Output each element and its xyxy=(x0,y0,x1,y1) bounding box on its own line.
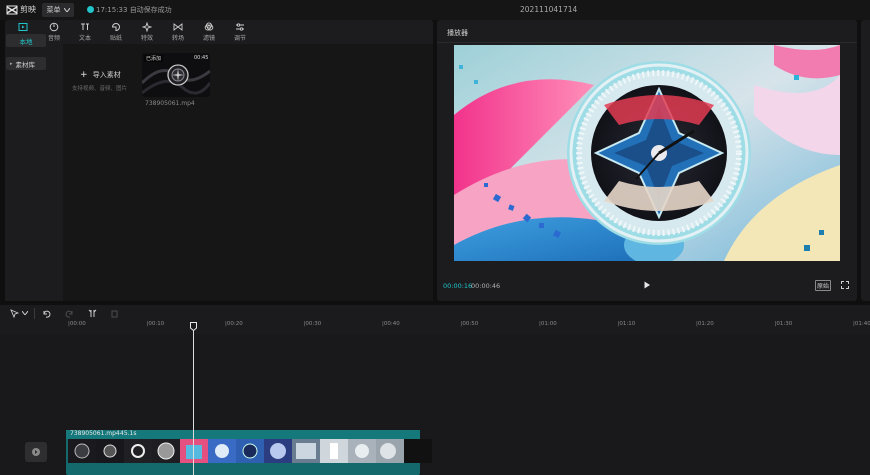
video-preview[interactable] xyxy=(454,45,840,261)
clip-duration: 00:45 xyxy=(194,55,209,61)
ruler-tick-label: |00:50 xyxy=(460,321,479,327)
chevron-down-icon[interactable] xyxy=(22,311,28,315)
filmstrip-frame xyxy=(180,439,208,463)
current-time: 00:00:16 xyxy=(443,282,473,290)
filmstrip-frame xyxy=(68,439,96,463)
filmstrip-frame xyxy=(292,439,320,463)
timeline-clip-duration: 45.1s xyxy=(120,430,137,437)
transition-icon xyxy=(173,23,183,31)
import-button[interactable]: + 导入素材 xyxy=(80,70,121,80)
aspect-ratio-button[interactable]: 原始 xyxy=(815,280,832,291)
tool-label: 滤镜 xyxy=(202,35,215,42)
timeline-toolbar xyxy=(0,305,870,321)
timeline-ruler[interactable]: |00:00 |00:10 |00:20 |00:30 |00:40 |00:50 |01:… xyxy=(66,321,870,333)
cover-icon xyxy=(32,448,40,456)
asset-toolbar: 媒体 音频 文本 贴纸 特效 转场 滤镜 调节 xyxy=(5,20,433,44)
menu-button-label: 菜单 xyxy=(46,6,61,14)
filmstrip-frame xyxy=(264,439,292,463)
video-frame-image xyxy=(454,45,840,261)
filmstrip-frame xyxy=(208,439,236,463)
save-message: 自动保存成功 xyxy=(129,6,172,14)
filmstrip-frame xyxy=(152,439,180,463)
ruler-tick-label: |01:30 xyxy=(774,321,793,327)
media-sidebar xyxy=(5,44,59,301)
filmstrip-frame xyxy=(236,439,264,463)
menu-button[interactable]: 菜单 xyxy=(42,3,74,17)
ruler-tick-label: |00:10 xyxy=(146,321,165,327)
media-panel: 媒体 音频 文本 贴纸 特效 转场 滤镜 调节 xyxy=(5,20,433,301)
track-header[interactable] xyxy=(25,442,47,462)
delete-icon[interactable] xyxy=(110,309,119,318)
ruler-tick-label: |01:40 xyxy=(853,321,870,327)
playhead-handle[interactable] xyxy=(190,322,197,331)
ruler-tick-label: |00:30 xyxy=(303,321,322,327)
filmstrip-frame xyxy=(124,439,152,463)
sticker-icon xyxy=(111,23,120,32)
clip-added-badge: 已添加 xyxy=(144,55,164,62)
tool-label: 调节 xyxy=(233,35,246,42)
playhead-line[interactable] xyxy=(193,323,194,475)
filmstrip-frame xyxy=(376,439,404,463)
sidebar-item-local[interactable]: 本地 xyxy=(6,34,46,47)
timeline-clip-name: 738905061.mp4 xyxy=(70,430,120,437)
filmstrip-frame xyxy=(320,439,348,463)
tool-transition[interactable]: 转场 xyxy=(164,22,192,44)
redo-icon[interactable] xyxy=(65,309,74,318)
player-divider xyxy=(437,42,857,43)
ruler-tick-label: |01:10 xyxy=(617,321,636,327)
undo-icon[interactable] xyxy=(42,309,51,318)
chevron-down-icon xyxy=(63,8,70,12)
properties-panel-edge xyxy=(861,20,870,301)
tool-sticker[interactable]: 贴纸 xyxy=(102,22,130,44)
audio-icon xyxy=(49,22,59,32)
split-icon[interactable] xyxy=(88,309,97,318)
play-icon[interactable] xyxy=(643,281,651,289)
effects-icon xyxy=(142,22,152,32)
total-time: 00:00:46 xyxy=(471,282,501,290)
tool-label: 贴纸 xyxy=(109,35,122,42)
clip-filmstrip xyxy=(68,439,432,463)
select-cursor-icon[interactable] xyxy=(10,309,19,318)
chevron-right-icon: ▸ xyxy=(10,60,13,67)
project-title: 202111041714 xyxy=(520,5,578,14)
fullscreen-icon[interactable] xyxy=(841,281,849,289)
filmstrip-frame xyxy=(96,439,124,463)
app-name: 剪映 xyxy=(20,5,36,14)
clip-name: 738905061.mp4 xyxy=(145,100,195,107)
player-title: 播放器 xyxy=(447,29,468,37)
plus-icon: + xyxy=(80,70,88,80)
tool-adjust[interactable]: 调节 xyxy=(226,22,254,44)
import-hint: 支持视频、音频、图片 xyxy=(72,86,128,92)
save-status-icon xyxy=(87,6,94,13)
import-label: 导入素材 xyxy=(92,71,121,79)
filmstrip-frame xyxy=(348,439,376,463)
sidebar-item-label: 素材库 xyxy=(15,60,36,69)
filter-icon xyxy=(204,22,214,31)
ruler-tick-label: |01:00 xyxy=(539,321,557,327)
capcut-logo-icon xyxy=(6,5,18,15)
tool-label: 转场 xyxy=(171,35,184,42)
media-icon xyxy=(18,23,28,31)
save-status-text: 17:15:33 自动保存成功 xyxy=(96,5,172,15)
tool-label: 特效 xyxy=(140,35,153,42)
ruler-tick-label: |00:40 xyxy=(382,321,400,327)
ruler-tick-label: |00:00 xyxy=(68,321,86,327)
sidebar-item-library[interactable]: ▸ 素材库 xyxy=(6,57,46,70)
media-area xyxy=(63,44,433,301)
tool-effects[interactable]: 特效 xyxy=(133,22,161,44)
toolbar-divider xyxy=(34,308,35,319)
ruler-tick-label: |00:20 xyxy=(225,321,243,327)
tool-filter[interactable]: 滤镜 xyxy=(195,22,223,44)
tool-text[interactable]: 文本 xyxy=(71,22,99,44)
save-time: 17:15:33 xyxy=(96,6,128,14)
tool-label: 文本 xyxy=(78,35,91,42)
filmstrip-frame xyxy=(404,439,432,463)
text-icon xyxy=(81,23,89,30)
adjust-icon xyxy=(236,23,244,31)
ruler-tick-label: |01:20 xyxy=(696,321,714,327)
